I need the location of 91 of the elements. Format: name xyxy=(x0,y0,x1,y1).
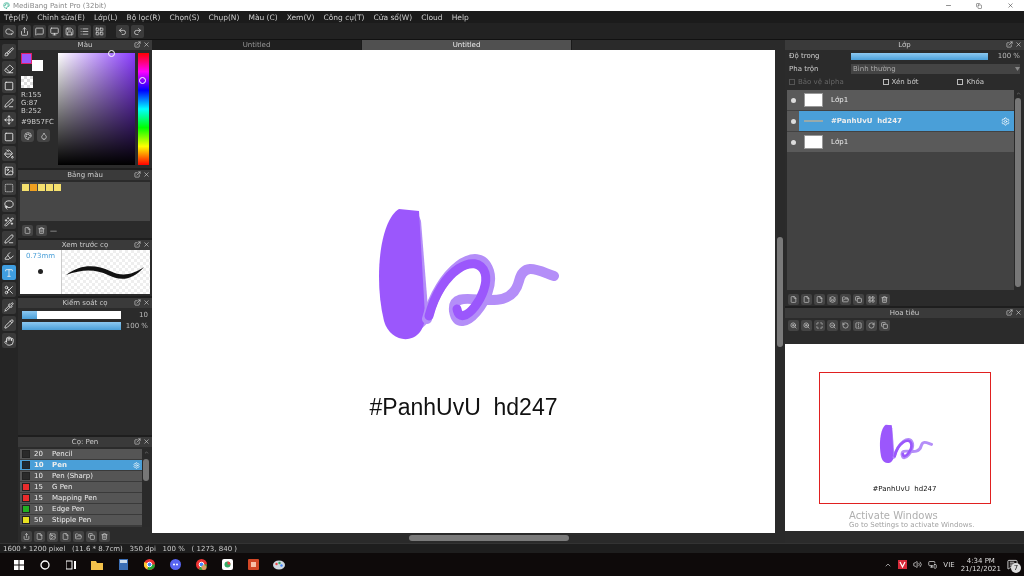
undock-icon[interactable] xyxy=(1006,309,1013,316)
flip-icon[interactable] xyxy=(853,319,864,331)
file-icon[interactable] xyxy=(814,293,825,305)
trash-icon[interactable] xyxy=(99,530,110,542)
checkbox[interactable] xyxy=(957,79,964,85)
new-file-icon[interactable] xyxy=(34,530,45,542)
layer-thumbnail xyxy=(804,135,823,149)
lasso-icon[interactable] xyxy=(2,197,16,212)
hand-icon[interactable] xyxy=(2,333,16,348)
brush-icon[interactable] xyxy=(2,44,16,59)
upload-icon[interactable] xyxy=(21,530,32,542)
zoom-in-icon[interactable] xyxy=(801,319,812,331)
canvas-text: #PanhUvU hd247 xyxy=(369,394,558,421)
foreground-color-swatch[interactable] xyxy=(21,53,32,64)
chat-icon[interactable] xyxy=(33,24,46,38)
folder-icon[interactable] xyxy=(840,293,851,305)
save-icon[interactable] xyxy=(63,24,76,38)
scrollbar[interactable] xyxy=(1014,90,1022,290)
monitor-icon[interactable] xyxy=(48,24,61,38)
pen-icon[interactable] xyxy=(2,231,16,246)
network-icon[interactable] xyxy=(928,560,938,569)
scrollbar-thumb[interactable] xyxy=(777,236,783,347)
restore-icon[interactable] xyxy=(976,2,982,9)
undock-icon[interactable] xyxy=(134,171,141,178)
add-layer-icon[interactable] xyxy=(827,293,838,305)
folder-icon[interactable] xyxy=(73,530,84,542)
color-swatch[interactable] xyxy=(22,184,29,191)
color-field[interactable] xyxy=(58,53,135,165)
color-swatch[interactable] xyxy=(38,184,45,191)
move-icon[interactable] xyxy=(2,112,16,127)
square-icon[interactable] xyxy=(2,129,16,144)
eraser-icon[interactable] xyxy=(2,61,16,76)
undock-icon[interactable] xyxy=(134,41,141,48)
share-icon[interactable] xyxy=(18,24,31,38)
brush-dot-icon xyxy=(38,269,43,274)
image-icon[interactable] xyxy=(47,530,58,542)
rectangle-icon[interactable] xyxy=(2,78,16,93)
list-icon[interactable] xyxy=(78,24,91,38)
app-icon xyxy=(3,2,10,9)
transparent-swatch[interactable] xyxy=(21,76,33,88)
rotate-left-icon[interactable] xyxy=(840,319,851,331)
file-icon[interactable] xyxy=(60,530,71,542)
scrollbar-thumb[interactable] xyxy=(408,535,569,541)
undock-icon[interactable] xyxy=(134,438,141,445)
redo-icon[interactable] xyxy=(131,24,144,38)
undock-icon[interactable] xyxy=(1006,41,1013,48)
trash-icon[interactable] xyxy=(879,293,890,305)
droplet-icon[interactable] xyxy=(37,129,50,142)
rotate-right-icon[interactable] xyxy=(866,319,877,331)
marker-icon[interactable] xyxy=(2,248,16,263)
palette-icon[interactable] xyxy=(21,129,34,142)
pencil-icon[interactable] xyxy=(2,316,16,331)
activation-title: Activate Windows xyxy=(849,510,939,521)
visibility-dot[interactable] xyxy=(791,118,796,124)
cloud-icon[interactable] xyxy=(3,24,16,38)
canvas[interactable]: #PanhUvU hd247 xyxy=(152,50,775,533)
undock-icon[interactable] xyxy=(134,241,141,248)
magic-wand-icon[interactable] xyxy=(2,214,16,229)
close-icon[interactable] xyxy=(1006,2,1014,9)
checkbox[interactable] xyxy=(882,79,889,85)
grid-icon[interactable] xyxy=(93,24,106,38)
undo-icon[interactable] xyxy=(116,24,129,38)
zoom-in-icon[interactable] xyxy=(788,319,799,331)
fit-icon[interactable] xyxy=(814,319,825,331)
shield-icon[interactable] xyxy=(898,560,908,569)
trash-icon[interactable] xyxy=(36,225,47,236)
file-icon[interactable] xyxy=(801,293,812,305)
color-swatch[interactable] xyxy=(54,184,61,191)
scrollbar-thumb[interactable] xyxy=(1015,98,1021,287)
visibility-dot[interactable] xyxy=(791,139,796,145)
background-color-swatch[interactable] xyxy=(32,60,43,71)
eyedropper-icon[interactable] xyxy=(2,299,16,314)
visibility-dot[interactable] xyxy=(791,97,796,103)
pen-icon[interactable] xyxy=(2,95,16,110)
minimize-icon[interactable] xyxy=(944,2,952,9)
color-swatch[interactable] xyxy=(30,184,37,191)
scrollbar-thumb[interactable] xyxy=(143,459,149,481)
scissors-icon[interactable] xyxy=(2,282,16,297)
undock-icon[interactable] xyxy=(134,299,141,306)
new-file-icon[interactable] xyxy=(22,225,33,236)
new-file-icon[interactable] xyxy=(788,293,799,305)
copy-icon[interactable] xyxy=(86,530,97,542)
layer-thumbnail xyxy=(804,93,823,107)
color-swatch[interactable] xyxy=(46,184,53,191)
caret-icon[interactable] xyxy=(1015,67,1020,71)
speaker-icon[interactable] xyxy=(913,560,923,569)
paint-bucket-icon[interactable] xyxy=(2,146,16,161)
copy-icon[interactable] xyxy=(853,293,864,305)
copy-icon[interactable] xyxy=(879,319,890,331)
selection-icon[interactable] xyxy=(2,180,16,195)
zoom-out-icon[interactable] xyxy=(827,319,838,331)
